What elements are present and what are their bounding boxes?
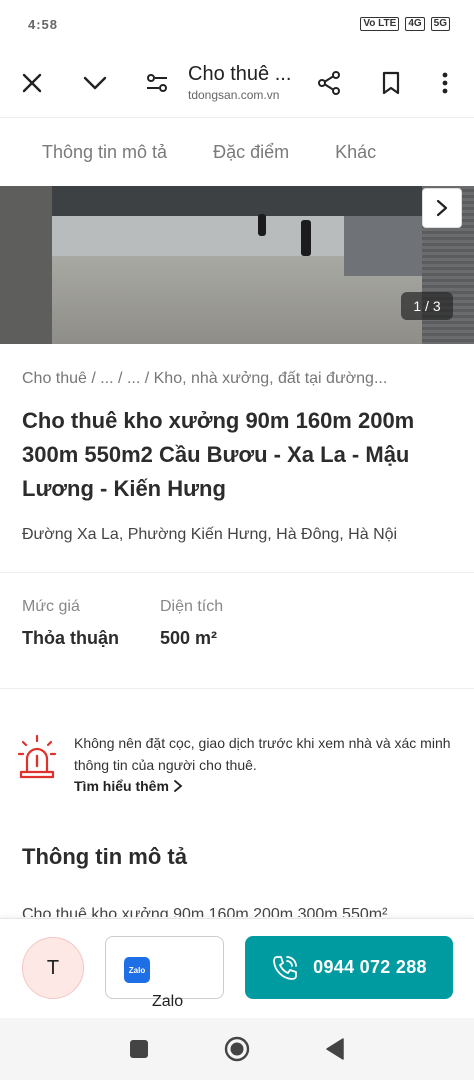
area-label: Diện tích [160,598,224,615]
listing-address: Đường Xa La, Phường Kiến Hưng, Hà Đông, … [22,526,398,543]
collapse-button[interactable] [72,60,118,106]
home-button[interactable] [222,1034,252,1064]
gallery-photo-wall-left [0,186,52,344]
area-spec: Diện tích 500 m² [160,598,223,649]
page-settings-button[interactable] [134,60,180,106]
tab-description[interactable]: Thông tin mô tả [42,142,167,163]
zalo-logo-icon: Zalo [124,957,150,983]
gallery-photo-ceiling [52,186,422,216]
more-vert-icon [442,72,448,93]
system-nav-bar [0,1018,474,1080]
price-spec: Mức giá Thỏa thuận [22,598,119,649]
close-button[interactable] [9,60,55,106]
more-menu-button[interactable] [422,60,468,106]
safety-warning: Không nên đặt cọc, giao dịch trước khi x… [16,732,456,794]
chevron-right-icon [174,780,183,792]
zalo-button[interactable]: Zalo Zalo [105,936,224,1010]
area-value: 500 m² [160,628,218,648]
agent-avatar[interactable]: T [22,937,84,999]
recents-button[interactable] [124,1034,154,1064]
breadcrumb[interactable]: Cho thuê / ... / ... / Kho, nhà xưởng, đ… [22,370,462,388]
learn-more-label: Tìm hiểu thêm [74,778,169,794]
gallery-counter: 1 / 3 [401,292,453,320]
zalo-label: Zalo [152,993,184,1010]
call-button[interactable]: 0944 072 288 [245,936,453,999]
chevron-right-icon [436,199,448,217]
top-app-bar: Cho thuê ... tdongsan.com.vn [0,48,474,118]
page-title: Cho thuê ... [188,63,292,85]
phone-number: 0944 072 288 [313,957,427,977]
share-button[interactable] [306,60,352,106]
siren-alert-icon [17,734,57,779]
back-button[interactable] [320,1034,350,1064]
page-domain: tdongsan.com.vn [188,88,280,102]
divider [0,688,474,689]
home-icon [224,1036,250,1062]
price-value: Thỏa thuận [22,628,119,648]
page-title-block: Cho thuê ... tdongsan.com.vn [180,63,306,102]
status-icons: Vo LTE 4G 5G [360,17,450,31]
tune-icon [147,73,167,92]
chevron-down-icon [83,76,107,89]
status-bar: 4:58 Vo LTE 4G 5G [0,0,474,48]
gallery-photo-wall-right [344,216,422,276]
bookmark-button[interactable] [368,60,414,106]
bookmark-icon [382,71,400,94]
photo-gallery[interactable]: 1 / 3 [0,186,474,344]
volte-badge: Vo LTE [360,17,400,31]
section-tabs: Thông tin mô tả Đặc điểm Khác [0,119,474,185]
network-4g-badge: 4G [405,17,425,31]
learn-more-link[interactable]: Tìm hiểu thêm [74,778,456,794]
back-icon [326,1038,344,1060]
recents-icon [130,1040,148,1058]
close-icon [22,73,42,92]
price-label: Mức giá [22,598,80,615]
network-5g-badge: 5G [430,17,450,31]
phone-call-icon [273,955,298,980]
gallery-photo-person-2 [301,220,311,256]
contact-bar: T Zalo Zalo 0944 072 288 [0,918,474,1018]
divider [0,572,474,573]
description-heading: Thông tin mô tả [22,844,187,869]
gallery-photo-person-1 [258,214,266,236]
share-icon [318,70,340,95]
warning-text: Không nên đặt cọc, giao dịch trước khi x… [74,735,451,773]
tab-features[interactable]: Đặc điểm [213,142,289,163]
listing-title: Cho thuê kho xưởng 90m 160m 200m 300m 55… [22,408,415,501]
gallery-next-button[interactable] [422,188,462,228]
zalo-logo-text: Zalo [128,965,146,975]
status-time: 4:58 [28,16,59,32]
description-preview: Cho thuê kho xưởng 90m 160m 200m 300m 55… [22,906,388,917]
tab-other[interactable]: Khác [335,142,376,163]
